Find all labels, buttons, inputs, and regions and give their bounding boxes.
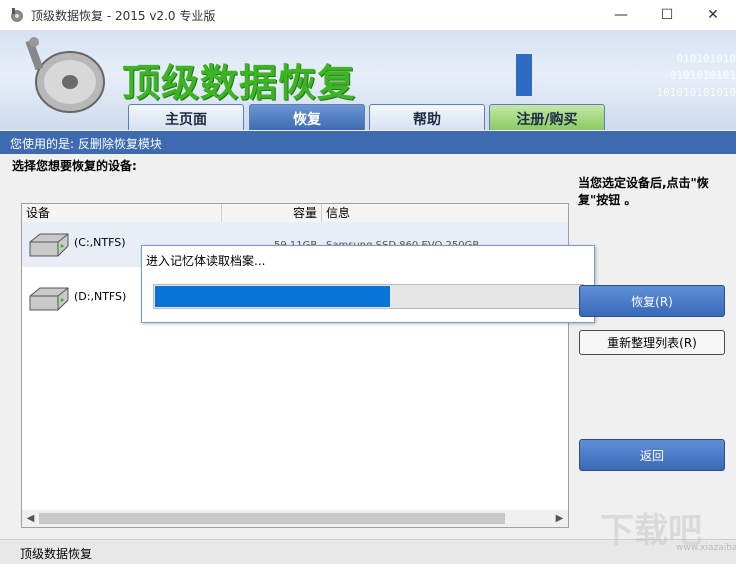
app-icon (11, 8, 23, 22)
drive-label: (C:,NTFS) (74, 236, 126, 249)
banner-decoration (516, 54, 532, 96)
hard-drive-icon (29, 287, 69, 311)
progress-dialog: 进入记忆体读取档案... (141, 245, 595, 323)
app-banner: 顶级数据恢复 010101010 0101010101 101010101010… (0, 30, 736, 130)
tab-home[interactable]: 主页面 (128, 104, 244, 130)
column-header-info[interactable]: 信息 (322, 204, 568, 222)
back-button[interactable]: 返回 (579, 439, 725, 471)
module-status-strip: 您使用的是: 反删除恢复模块 (0, 131, 736, 154)
progress-label: 进入记忆体读取档案... (146, 254, 266, 268)
status-bar-text: 顶级数据恢复 (20, 547, 93, 561)
scroll-left-icon[interactable]: ◀ (22, 510, 39, 527)
scroll-right-icon[interactable]: ▶ (551, 510, 568, 527)
window-title: 顶级数据恢复 - 2015 v2.0 专业版 (31, 9, 216, 23)
watermark-url: www.xiazaiba.com (676, 543, 736, 553)
hard-drive-icon (29, 233, 69, 257)
list-header: 设备 容量 信息 (22, 204, 568, 223)
minimize-button[interactable]: — (598, 0, 644, 30)
column-header-capacity[interactable]: 容量 (222, 204, 322, 222)
banner-title: 顶级数据恢复 (122, 61, 357, 105)
module-status-text: 您使用的是: 反删除恢复模块 (10, 137, 162, 151)
hint-text: 当您选定设备后,点击"恢复"按钮 。 (578, 176, 709, 207)
scrollbar-thumb[interactable] (39, 513, 505, 524)
maximize-button[interactable]: ☐ (644, 0, 690, 30)
title-bar: 顶级数据恢复 - 2015 v2.0 专业版 — ☐ ✕ (0, 0, 736, 30)
banner-binary-decoration: 010101010 0101010101 101010101010 (656, 52, 736, 99)
recover-button[interactable]: 恢复(R) (579, 285, 725, 317)
tab-help[interactable]: 帮助 (369, 104, 485, 130)
column-header-device[interactable]: 设备 (22, 204, 222, 222)
horizontal-scrollbar[interactable]: ◀ ▶ (22, 510, 568, 527)
minimize-icon: — (614, 7, 628, 23)
maximize-icon: ☐ (660, 7, 674, 23)
progress-bar (153, 284, 584, 309)
refresh-list-button[interactable]: 重新整理列表(R) (579, 330, 725, 355)
close-icon: ✕ (707, 7, 719, 23)
select-device-label: 选择您想要恢复的设备: (12, 159, 137, 173)
tab-register-buy[interactable]: 注册/购买 (489, 104, 605, 130)
close-button[interactable]: ✕ (690, 0, 736, 30)
tab-recover[interactable]: 恢复 (249, 104, 365, 130)
progress-bar-fill (155, 286, 390, 307)
drive-label: (D:,NTFS) (74, 290, 127, 303)
hard-disk-logo-icon (25, 37, 105, 113)
